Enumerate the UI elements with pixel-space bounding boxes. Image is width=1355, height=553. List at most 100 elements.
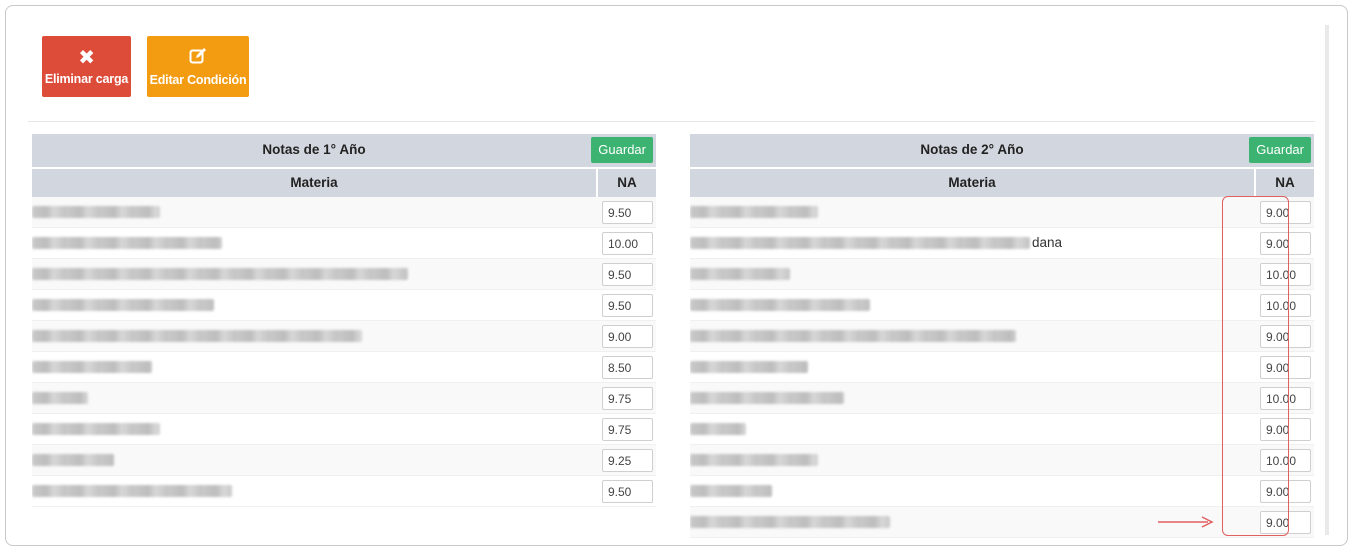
redacted-subject-name [690, 361, 808, 373]
grade-cell [598, 259, 656, 289]
delete-load-label: Eliminar carga [44, 71, 129, 86]
table-row [690, 259, 1314, 290]
table-row [32, 476, 656, 507]
edit-condition-button[interactable]: Editar Condición [147, 36, 249, 97]
table-row [32, 290, 656, 321]
table-row [690, 352, 1314, 383]
grade-cell [598, 321, 656, 351]
subject-cell [690, 197, 1256, 227]
grade-input[interactable] [602, 449, 653, 472]
grade-cell [598, 352, 656, 382]
year2-rows: dana [690, 197, 1314, 538]
redacted-subject-name [690, 485, 772, 497]
edit-icon [189, 47, 207, 69]
year2-title-row: Notas de 2° Año Guardar [690, 134, 1314, 167]
table-row [690, 197, 1314, 228]
grade-cell [598, 414, 656, 444]
table-row: dana [690, 228, 1314, 259]
redacted-subject-name [690, 299, 870, 311]
subject-cell [690, 290, 1256, 320]
table-row [32, 321, 656, 352]
vertical-scrollbar[interactable] [1325, 25, 1329, 535]
redacted-subject-name [32, 330, 362, 342]
grade-input[interactable] [602, 294, 653, 317]
subject-cell [32, 476, 598, 506]
table-row [690, 414, 1314, 445]
grade-cell [598, 476, 656, 506]
grade-input[interactable] [602, 480, 653, 503]
table-row [32, 197, 656, 228]
subject-cell [32, 414, 598, 444]
redacted-subject-name [32, 485, 232, 497]
table-row [690, 507, 1314, 538]
redacted-subject-name [690, 516, 890, 528]
subject-cell [32, 228, 598, 258]
redacted-subject-name [32, 423, 160, 435]
grade-column-highlight [1222, 196, 1289, 536]
year2-subject-header: Materia [690, 169, 1256, 197]
grade-input[interactable] [602, 201, 653, 224]
subject-cell [32, 445, 598, 475]
subject-cell [32, 352, 598, 382]
grade-cell [598, 383, 656, 413]
year1-header-row: Materia NA [32, 169, 656, 197]
subject-cell [690, 383, 1256, 413]
redacted-subject-name [690, 268, 790, 280]
redacted-subject-name [32, 237, 222, 249]
subject-name-visible-fragment: dana [1032, 235, 1063, 250]
delete-load-button[interactable]: ✖ Eliminar carga [42, 36, 131, 97]
grade-input[interactable] [602, 325, 653, 348]
year1-title-row: Notas de 1° Año Guardar [32, 134, 656, 167]
redacted-subject-name [690, 206, 818, 218]
year2-save-button[interactable]: Guardar [1249, 137, 1311, 163]
table-row [690, 290, 1314, 321]
redacted-subject-name [690, 237, 1030, 249]
subject-cell [690, 321, 1256, 351]
redacted-subject-name [32, 268, 408, 280]
subject-cell [690, 352, 1256, 382]
redacted-subject-name [690, 454, 818, 466]
grade-input[interactable] [602, 356, 653, 379]
grade-input[interactable] [602, 387, 653, 410]
subject-cell [690, 414, 1256, 444]
redacted-subject-name [690, 423, 746, 435]
table-row [32, 445, 656, 476]
year1-save-button[interactable]: Guardar [591, 137, 653, 163]
year1-grade-header: NA [617, 175, 637, 190]
table-row [690, 476, 1314, 507]
redacted-subject-name [690, 392, 844, 404]
year2-title: Notas de 2° Año [920, 142, 1024, 157]
grade-cell [598, 197, 656, 227]
grade-input[interactable] [602, 232, 653, 255]
redacted-subject-name [32, 392, 88, 404]
redacted-subject-name [32, 361, 152, 373]
redacted-subject-name [32, 299, 214, 311]
year2-header-row: Materia NA [690, 169, 1314, 197]
year1-title: Notas de 1° Año [262, 142, 366, 157]
subject-cell [690, 445, 1256, 475]
year1-subject-header: Materia [32, 169, 598, 197]
table-row [32, 228, 656, 259]
subject-cell [690, 259, 1256, 289]
table-row [690, 321, 1314, 352]
subject-cell [690, 476, 1256, 506]
redacted-subject-name [690, 330, 1016, 342]
table-row [32, 414, 656, 445]
edit-condition-label: Editar Condición [149, 72, 247, 87]
year1-rows [32, 197, 656, 507]
subject-cell: dana [690, 228, 1256, 258]
year2-grades-table: Notas de 2° Año Guardar Materia NA dana [690, 134, 1314, 538]
redacted-subject-name [32, 206, 160, 218]
year1-grades-table: Notas de 1° Año Guardar Materia NA [32, 134, 656, 507]
table-row [690, 445, 1314, 476]
grade-cell [598, 228, 656, 258]
subject-cell [32, 197, 598, 227]
subject-cell [32, 383, 598, 413]
arrow-right-icon [1158, 516, 1214, 528]
year2-grade-header: NA [1275, 175, 1295, 190]
grade-input[interactable] [602, 263, 653, 286]
grade-input[interactable] [602, 418, 653, 441]
table-row [690, 383, 1314, 414]
divider [28, 121, 1315, 122]
table-row [32, 383, 656, 414]
